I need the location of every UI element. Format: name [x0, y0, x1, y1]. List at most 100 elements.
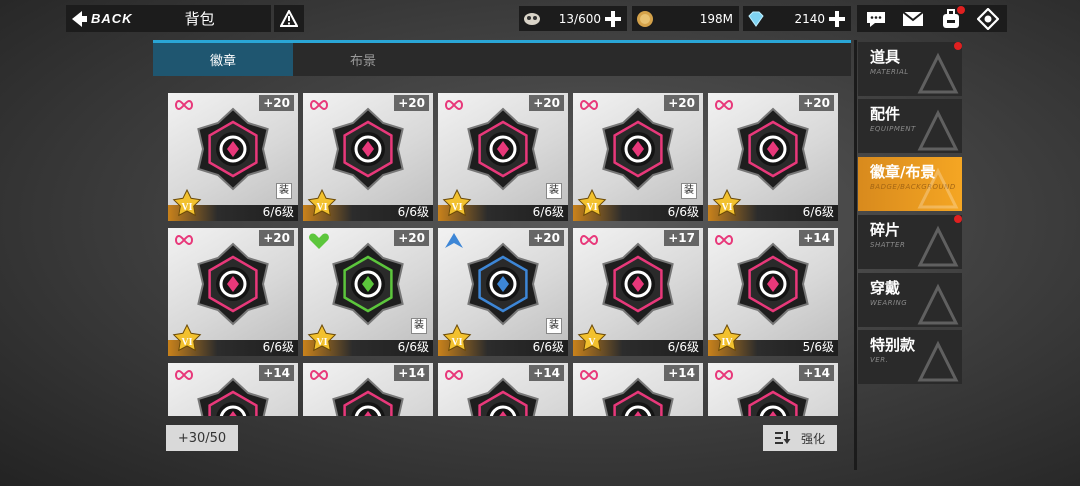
coin-value: 198M [699, 11, 733, 26]
equipped-mark: 装 [681, 183, 697, 199]
add-skull-token-icon[interactable] [605, 10, 621, 27]
side-menu-label: 特别款 [870, 336, 916, 354]
infinity-icon [580, 369, 598, 381]
badge-card[interactable]: +14 [573, 363, 703, 416]
coin-counter: 198M [632, 6, 739, 31]
equipped-mark: 装 [546, 318, 562, 334]
rank-label: VI [451, 337, 463, 348]
badge-emblem-icon [467, 377, 539, 416]
rank-label: VI [181, 202, 193, 213]
badge-emblem-icon [737, 377, 809, 416]
side-menu-label: 碎片 [870, 221, 901, 239]
level-label: 6/6级 [397, 340, 429, 354]
badge-emblem-icon [332, 377, 404, 416]
badge-emblem-icon [467, 107, 539, 191]
badge-card[interactable]: +20 VI 6/6级 [708, 93, 838, 221]
equipped-mark: 装 [546, 183, 562, 199]
badge-card[interactable]: +20 VI 6/6级 [168, 228, 298, 356]
badge-emblem-icon [332, 242, 404, 326]
badge-card[interactable]: +14 [708, 363, 838, 416]
infinity-icon [310, 99, 328, 111]
side-menu-sublabel: SHATTER [870, 241, 906, 249]
badge-card[interactable]: +20 装 VI 6/6级 [438, 93, 568, 221]
expand-capacity-button[interactable]: +30/50 [166, 425, 238, 451]
top-bar: BACK 背包 13/600 198M 2140 [0, 0, 1080, 36]
badge-card[interactable]: +20 装 VI 6/6级 [573, 93, 703, 221]
infinity-icon [445, 99, 463, 111]
badge-card[interactable]: +14 [438, 363, 568, 416]
rank-label: VI [451, 202, 463, 213]
badge-card[interactable]: +14 [168, 363, 298, 416]
rank-label: IV [721, 337, 733, 348]
side-menu-item[interactable]: 穿戴 WEARING [858, 273, 962, 327]
add-diamond-icon[interactable] [829, 10, 845, 27]
back-button[interactable]: BACK 背包 [66, 5, 271, 32]
capacity-label: +30/50 [177, 430, 227, 446]
hazard-button[interactable] [274, 5, 304, 32]
diamond-counter: 2140 [743, 6, 851, 31]
menu-decoration-icon [917, 225, 959, 267]
menu-decoration-icon [917, 283, 959, 325]
settings-diamond-icon[interactable] [976, 7, 1000, 30]
level-label: 6/6级 [532, 205, 564, 219]
top-icon-bar [857, 5, 1007, 32]
badge-emblem-icon [197, 242, 269, 326]
side-menu-divider [854, 40, 857, 470]
mail-icon[interactable] [901, 8, 925, 30]
sort-down-icon [774, 431, 791, 444]
diamond-icon [743, 6, 769, 31]
backpack-icon[interactable] [939, 5, 965, 30]
tab-backgrounds[interactable]: 布景 [293, 43, 433, 76]
level-label: 6/6级 [262, 340, 294, 354]
enhance-label: 强化 [800, 431, 825, 446]
badge-card[interactable]: +20 装 VI 6/6级 [303, 228, 433, 356]
side-menu-sublabel: WEARING [870, 299, 908, 307]
infinity-icon [445, 369, 463, 381]
notification-dot [954, 42, 962, 50]
badge-emblem-icon [737, 242, 809, 326]
infinity-icon [175, 234, 193, 246]
back-label: BACK [91, 11, 133, 26]
badge-emblem-icon [332, 107, 404, 191]
side-menu-item[interactable]: 徽章/布景 BADGE/BACKGROUND [858, 157, 962, 211]
notification-dot [956, 5, 965, 14]
badge-emblem-icon [737, 107, 809, 191]
badge-card[interactable]: +17 V 6/6级 [573, 228, 703, 356]
badge-card[interactable]: +14 [303, 363, 433, 416]
tab-badges[interactable]: 徽章 [153, 43, 293, 76]
skull-icon [519, 6, 545, 31]
skull-token-value: 13/600 [558, 11, 601, 26]
enhance-button[interactable]: 强化 [763, 425, 837, 451]
chat-icon[interactable] [864, 8, 888, 30]
menu-decoration-icon [917, 52, 959, 94]
side-menu-item[interactable]: 碎片 SHATTER [858, 215, 962, 269]
rank-label: VI [721, 202, 733, 213]
badge-card[interactable]: +20 装 VI 6/6级 [168, 93, 298, 221]
equipped-mark: 装 [276, 183, 292, 199]
side-menu-item[interactable]: 特别款 VER. [858, 330, 962, 384]
side-menu-label: 配件 [870, 105, 901, 123]
infinity-icon [715, 99, 733, 111]
badge-card[interactable]: +20 VI 6/6级 [303, 93, 433, 221]
side-menu-item[interactable]: 配件 EQUIPMENT [858, 99, 962, 153]
level-label: 6/6级 [262, 205, 294, 219]
menu-decoration-icon [917, 340, 959, 382]
infinity-icon [175, 369, 193, 381]
notification-dot [954, 215, 962, 223]
side-menu-sublabel: VER. [870, 356, 889, 364]
badge-emblem-icon [467, 242, 539, 326]
badge-card[interactable]: +20 装 VI 6/6级 [438, 228, 568, 356]
rank-label: VI [181, 337, 193, 348]
level-label: 6/6级 [532, 340, 564, 354]
badge-grid: +20 装 VI 6/6级 +20 VI 6/6级 +20 装 VI 6/6级 +20 装 VI 6… [168, 93, 838, 416]
side-menu-label: 穿戴 [870, 279, 901, 297]
infinity-icon [580, 99, 598, 111]
side-menu-sublabel: EQUIPMENT [870, 125, 916, 133]
wings-icon [445, 233, 463, 248]
badge-card[interactable]: +14 IV 5/6级 [708, 228, 838, 356]
coin-icon [632, 6, 658, 31]
side-menu-label: 道具 [870, 48, 901, 66]
diamond-value: 2140 [794, 11, 825, 26]
side-menu-item[interactable]: 道具 MATERIAL [858, 42, 962, 96]
level-label: 5/6级 [802, 340, 834, 354]
